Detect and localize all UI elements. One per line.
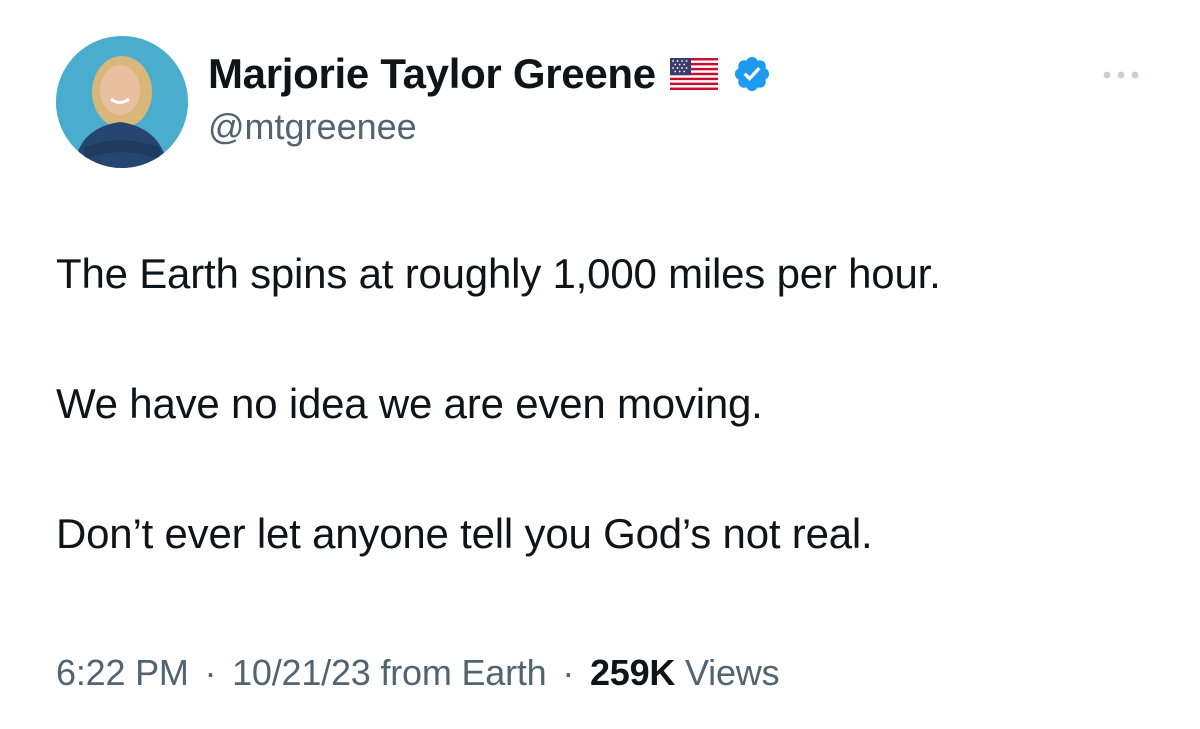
meta-separator: · — [204, 652, 217, 693]
meta-separator: · — [562, 652, 575, 693]
tweet-date[interactable]: 10/21/23 — [232, 652, 371, 693]
author-block: Marjorie Taylor Greene @mtgreenee — [208, 48, 772, 148]
more-options-icon[interactable] — [1094, 60, 1148, 90]
tweet-paragraph: Don’t ever let anyone tell you God’s not… — [56, 510, 873, 557]
verified-badge-icon[interactable] — [732, 54, 772, 94]
us-flag-icon — [669, 58, 718, 90]
avatar[interactable] — [56, 36, 188, 168]
avatar-image — [56, 36, 188, 168]
display-name[interactable]: Marjorie Taylor Greene — [208, 50, 656, 98]
views-label: Views — [685, 652, 780, 693]
tweet-metadata: 6:22 PM · 10/21/23 from Earth · 259K Vie… — [56, 652, 780, 694]
tweet-source: from Earth — [380, 652, 547, 693]
tweet-time[interactable]: 6:22 PM — [56, 652, 189, 693]
views-count[interactable]: 259K — [590, 652, 675, 693]
tweet-card: Marjorie Taylor Greene @mtgreenee The Ea… — [0, 0, 1200, 729]
name-row: Marjorie Taylor Greene — [208, 48, 772, 100]
tweet-paragraph: The Earth spins at roughly 1,000 miles p… — [56, 250, 941, 297]
tweet-text: The Earth spins at roughly 1,000 miles p… — [56, 248, 1176, 638]
handle[interactable]: @mtgreenee — [208, 106, 772, 148]
tweet-paragraph: We have no idea we are even moving. — [56, 380, 763, 427]
